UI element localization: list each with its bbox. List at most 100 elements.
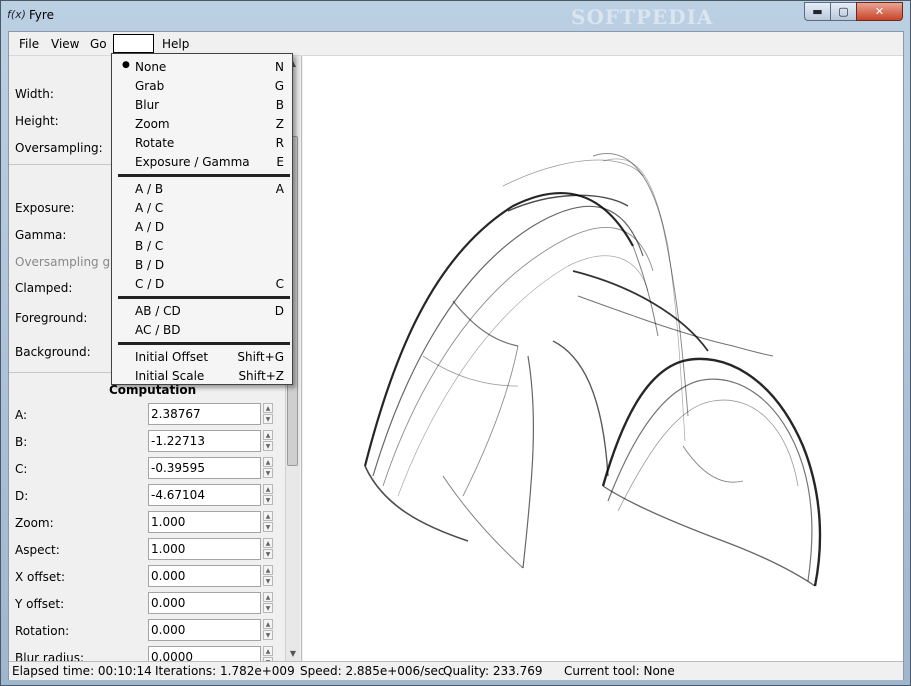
menu-item-a-d[interactable]: A / D (112, 218, 292, 237)
spin-down-icon[interactable]: ▼ (263, 549, 273, 559)
spin-up-icon[interactable]: ▲ (263, 619, 273, 629)
spin-down-icon[interactable]: ▼ (263, 603, 273, 613)
spin-up-icon[interactable]: ▲ (263, 592, 273, 602)
spin-up-icon[interactable]: ▲ (263, 403, 273, 413)
menu-item-label: Blur (135, 98, 160, 112)
menu-item-b-c[interactable]: B / C (112, 237, 292, 256)
spin-down-icon[interactable]: ▼ (263, 468, 273, 478)
menu-item-shortcut: A (275, 182, 284, 196)
blur-radius-input[interactable]: 0.0000 (148, 646, 261, 661)
spin-down-icon[interactable]: ▼ (263, 441, 273, 451)
render-canvas[interactable] (303, 56, 903, 661)
menu-separator (118, 296, 290, 299)
menu-item-shortcut: C (275, 277, 284, 291)
spin-up-icon[interactable]: ▲ (263, 565, 273, 575)
param-c-label: C: (15, 462, 28, 476)
menu-item-label: A / B (135, 182, 164, 196)
spin-up-icon[interactable]: ▲ (263, 484, 273, 494)
menu-item-label: C / D (135, 277, 165, 291)
menu-item-shortcut: D (274, 304, 284, 318)
zoom-spin: 1.000 ▲ ▼ (148, 511, 273, 533)
background-label: Background: (15, 345, 91, 359)
zoom-input[interactable]: 1.000 (148, 511, 261, 533)
menu-tools-open[interactable] (113, 34, 154, 53)
maximize-button[interactable]: ▢ (830, 2, 857, 21)
param-d-label: D: (15, 489, 29, 503)
param-b-spin: -1.22713 ▲ ▼ (148, 430, 273, 452)
menu-item-shortcut: Z (275, 117, 284, 131)
blur-radius-spin: 0.0000 ▲▼ (148, 646, 273, 661)
menu-item-label: AB / CD (135, 304, 181, 318)
menu-item-exposure-gamma[interactable]: Exposure / Gamma E (112, 153, 292, 172)
tools-menu: ● None N Grab G Blur B Zoom Z Rotate R E… (111, 53, 293, 385)
spin-up-icon[interactable]: ▲ (263, 511, 273, 521)
menu-item-initial-offset[interactable]: Initial Offset Shift+G (112, 348, 292, 367)
menu-item-label: B / D (135, 258, 165, 272)
menu-item-b-d[interactable]: B / D (112, 256, 292, 275)
menu-item-label: AC / BD (135, 323, 181, 337)
scroll-down-icon[interactable]: ▼ (286, 646, 300, 660)
width-label: Width: (15, 87, 54, 101)
spin-down-icon[interactable]: ▼ (263, 414, 273, 424)
close-button[interactable]: ✕ (856, 2, 903, 21)
menu-item-label: Rotate (135, 136, 175, 150)
param-a-input[interactable]: 2.38767 (148, 403, 261, 425)
menu-item-ab-cd[interactable]: AB / CD D (112, 302, 292, 321)
menu-item-zoom[interactable]: Zoom Z (112, 115, 292, 134)
aspect-input[interactable]: 1.000 (148, 538, 261, 560)
menu-item-label: Zoom (135, 117, 170, 131)
param-b-input[interactable]: -1.22713 (148, 430, 261, 452)
title-bar[interactable]: f(x) Fyre SOFTPEDIA ▬ ▢ ✕ (1, 1, 910, 31)
menu-item-grab[interactable]: Grab G (112, 77, 292, 96)
menu-go[interactable]: Go (90, 37, 107, 51)
menu-item-c-d[interactable]: C / D C (112, 275, 292, 294)
rotation-label: Rotation: (15, 624, 70, 638)
y-offset-spin: 0.000 ▲ ▼ (148, 592, 273, 614)
status-current-tool: Current tool: None (564, 664, 675, 678)
menu-item-initial-scale[interactable]: Initial Scale Shift+Z (112, 367, 292, 386)
app-icon: f(x) (7, 8, 26, 21)
menu-item-shortcut: Shift+G (237, 350, 284, 364)
selected-bullet-icon: ● (122, 60, 130, 70)
spin-down-icon[interactable]: ▼ (263, 576, 273, 586)
spin-up-icon[interactable]: ▲ (263, 457, 273, 467)
x-offset-label: X offset: (15, 570, 66, 584)
param-c-input[interactable]: -0.39595 (148, 457, 261, 479)
menu-item-blur[interactable]: Blur B (112, 96, 292, 115)
spin-up-icon[interactable]: ▲ (263, 430, 273, 440)
menu-item-shortcut: Shift+Z (238, 369, 284, 383)
menu-item-shortcut: G (274, 79, 284, 93)
menu-item-a-b[interactable]: A / B A (112, 180, 292, 199)
menu-item-label: Exposure / Gamma (135, 155, 250, 169)
foreground-label: Foreground: (15, 311, 88, 325)
spin-down-icon[interactable]: ▼ (263, 630, 273, 640)
height-label: Height: (15, 114, 59, 128)
menu-item-shortcut: E (276, 155, 284, 169)
menu-item-ac-bd[interactable]: AC / BD (112, 321, 292, 340)
param-c-spin: -0.39595 ▲ ▼ (148, 457, 273, 479)
x-offset-input[interactable]: 0.000 (148, 565, 261, 587)
status-speed: Speed: 2.885e+006/sec (300, 664, 445, 678)
menu-item-a-c[interactable]: A / C (112, 199, 292, 218)
spin-up-icon[interactable]: ▲ (263, 538, 273, 548)
menu-file[interactable]: File (19, 37, 39, 51)
menu-item-shortcut: R (275, 136, 284, 150)
clamped-label: Clamped: (15, 281, 73, 295)
menu-item-rotate[interactable]: Rotate R (112, 134, 292, 153)
spin-down-icon[interactable]: ▼ (263, 522, 273, 532)
menu-item-shortcut: B (275, 98, 284, 112)
spin-down-icon[interactable]: ▼ (263, 495, 273, 505)
y-offset-input[interactable]: 0.000 (148, 592, 261, 614)
oversampling-label: Oversampling: (15, 141, 103, 155)
param-d-input[interactable]: -4.67104 (148, 484, 261, 506)
attractor-render (363, 153, 822, 587)
menu-help[interactable]: Help (162, 37, 189, 51)
menu-item-label: B / C (135, 239, 164, 253)
spin-up-icon[interactable]: ▲ (263, 646, 273, 656)
menu-view[interactable]: View (51, 37, 79, 51)
minimize-button[interactable]: ▬ (804, 2, 831, 21)
menu-item-label: A / D (135, 220, 165, 234)
menu-item-none[interactable]: ● None N (112, 58, 292, 77)
menu-item-label: None (135, 60, 167, 74)
rotation-input[interactable]: 0.000 (148, 619, 261, 641)
